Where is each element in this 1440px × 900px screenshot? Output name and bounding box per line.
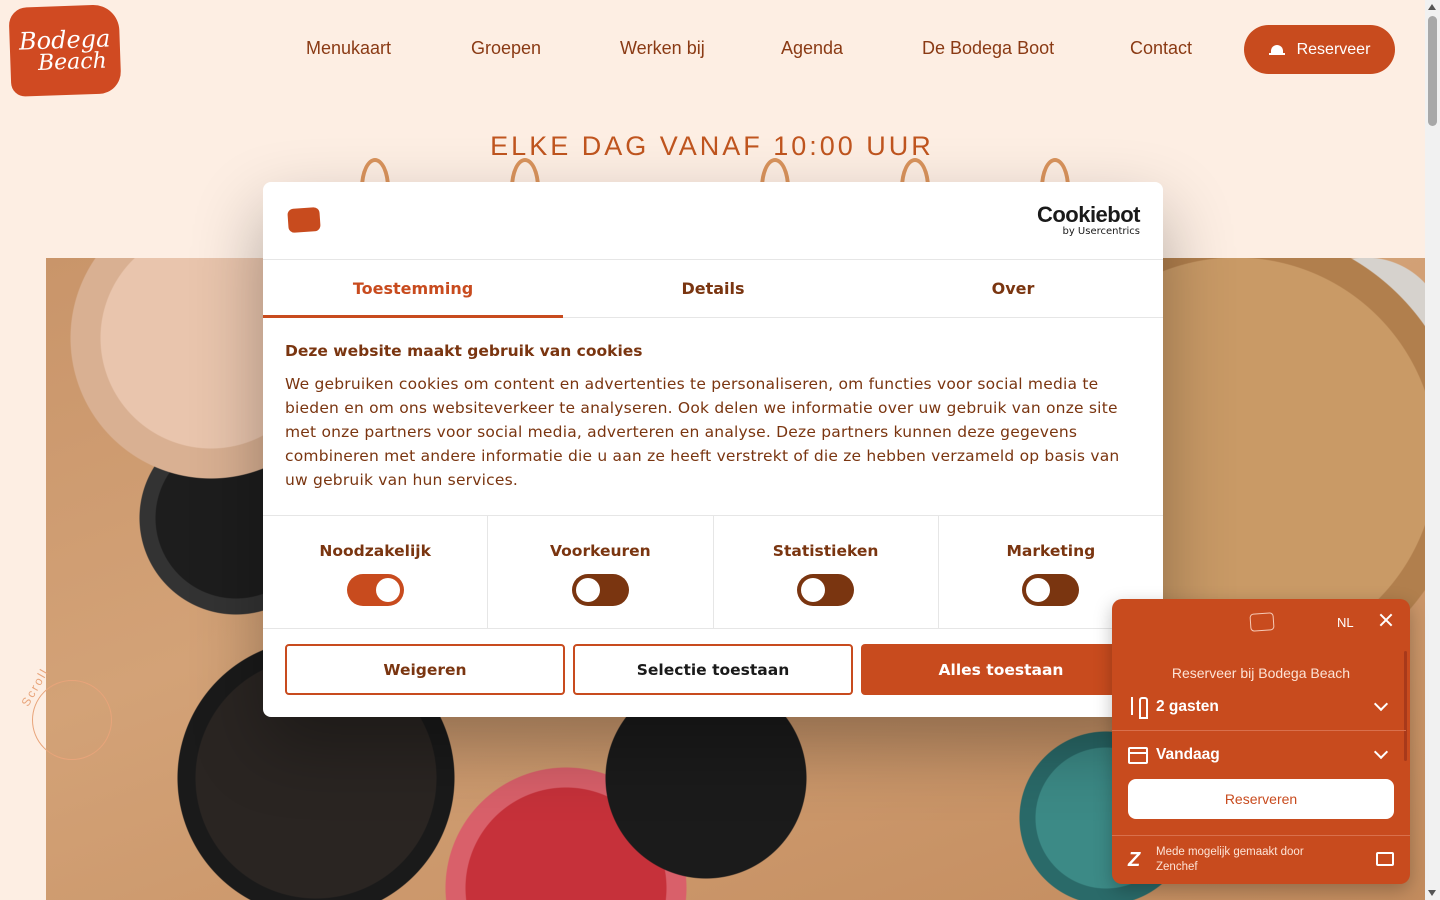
nav-contact[interactable]: Contact bbox=[1130, 38, 1192, 59]
reserve-button[interactable]: Reserveer bbox=[1244, 25, 1395, 74]
toggle-label: Marketing bbox=[1006, 542, 1096, 560]
toggle-label: Statistieken bbox=[772, 542, 879, 560]
toggle-switch-noodzakelijk[interactable] bbox=[346, 574, 404, 606]
cookie-toggles: Noodzakelijk Voorkeuren Statistieken Mar… bbox=[263, 515, 1163, 629]
scroll-up-icon[interactable] bbox=[1428, 4, 1436, 10]
reserve-button-label: Reserveer bbox=[1296, 40, 1371, 58]
close-icon[interactable] bbox=[1378, 612, 1394, 628]
site-logo-small bbox=[287, 206, 321, 234]
cutlery-icon bbox=[1128, 696, 1148, 719]
deny-button[interactable]: Weigeren bbox=[285, 644, 565, 695]
nav-werken-bij[interactable]: Werken bij bbox=[620, 38, 705, 59]
page-scrollbar[interactable] bbox=[1425, 0, 1440, 900]
cookie-text: We gebruiken cookies om content en adver… bbox=[285, 375, 1120, 489]
cookie-actions: Weigeren Selectie toestaan Alles toestaa… bbox=[263, 629, 1163, 710]
allow-selection-button[interactable]: Selectie toestaan bbox=[573, 644, 853, 695]
toggle-noodzakelijk: Noodzakelijk bbox=[263, 516, 489, 628]
cookie-body: Deze website maakt gebruik van cookies W… bbox=[263, 318, 1163, 515]
allow-all-button[interactable]: Alles toestaan bbox=[861, 644, 1141, 695]
nav-bodega-boot[interactable]: De Bodega Boot bbox=[922, 38, 1054, 59]
date-value: Vandaag bbox=[1156, 746, 1220, 763]
tab-toestemming[interactable]: Toestemming bbox=[263, 260, 563, 318]
widget-footer[interactable]: Z Mede mogelijk gemaakt door Zenchef bbox=[1112, 835, 1410, 884]
toggle-switch-voorkeuren[interactable] bbox=[571, 574, 629, 606]
guests-select[interactable]: 2 gasten bbox=[1112, 683, 1406, 731]
widget-title: Reserveer bij Bodega Beach bbox=[1171, 665, 1351, 681]
chevron-down-icon bbox=[1373, 744, 1389, 760]
scroll-indicator[interactable]: Scroll bbox=[14, 660, 112, 760]
toggle-statistieken: Statistieken bbox=[714, 516, 939, 628]
toggle-label: Voorkeuren bbox=[550, 542, 651, 560]
nav-groepen[interactable]: Groepen bbox=[471, 38, 541, 59]
nav-agenda[interactable]: Agenda bbox=[781, 38, 843, 59]
toggle-label: Noodzakelijk bbox=[319, 542, 431, 560]
nav-menukaart[interactable]: Menukaart bbox=[306, 38, 391, 59]
cookie-heading: Deze website maakt gebruik van cookies bbox=[285, 342, 643, 360]
gift-icon[interactable] bbox=[1376, 852, 1394, 866]
cookie-dialog: Cookiebot by Usercentrics Toestemming De… bbox=[263, 182, 1163, 717]
powered-by-text: Mede mogelijk gemaakt door Zenchef bbox=[1156, 846, 1304, 873]
cookie-dialog-header: Cookiebot by Usercentrics bbox=[263, 182, 1163, 260]
logo-line2: Beach bbox=[37, 48, 108, 76]
widget-reserve-button[interactable]: Reserveren bbox=[1128, 779, 1394, 819]
cookie-tabs: Toestemming Details Over bbox=[263, 260, 1163, 318]
toggle-voorkeuren: Voorkeuren bbox=[488, 516, 714, 628]
bell-icon bbox=[1268, 44, 1285, 55]
cookiebot-brand: Cookiebot bbox=[1036, 202, 1141, 227]
toggle-switch-marketing[interactable] bbox=[1022, 574, 1080, 606]
tab-over[interactable]: Over bbox=[863, 260, 1163, 317]
cookiebot-logo[interactable]: Cookiebot by Usercentrics bbox=[1036, 202, 1141, 238]
language-selector[interactable]: NL bbox=[1337, 615, 1354, 630]
widget-logo bbox=[1249, 612, 1275, 632]
scroll-down-icon[interactable] bbox=[1428, 890, 1436, 896]
scrollbar-thumb[interactable] bbox=[1428, 16, 1437, 126]
chevron-down-icon bbox=[1373, 696, 1389, 712]
reservation-widget: NL Reserveer bij Bodega Beach 2 gasten V… bbox=[1112, 599, 1410, 884]
scroll-ring-icon bbox=[32, 680, 112, 760]
calendar-icon bbox=[1128, 746, 1148, 764]
logo[interactable]: Bodega Beach bbox=[8, 4, 122, 97]
zenchef-logo-icon: Z bbox=[1128, 848, 1141, 871]
guests-value: 2 gasten bbox=[1156, 697, 1219, 715]
toggle-switch-statistieken[interactable] bbox=[797, 574, 855, 606]
cookiebot-brand-sub: by Usercentrics bbox=[1062, 226, 1140, 237]
tab-details[interactable]: Details bbox=[563, 260, 863, 317]
date-select[interactable]: Vandaag bbox=[1112, 731, 1406, 779]
